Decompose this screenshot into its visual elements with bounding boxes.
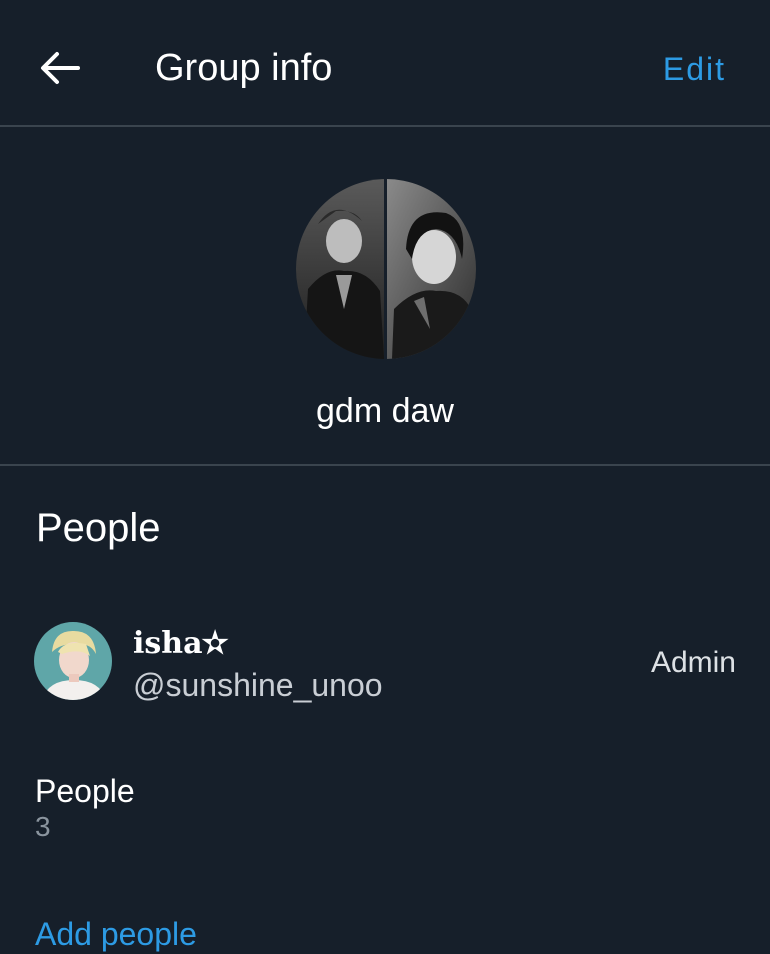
add-people-button[interactable]: Add people bbox=[35, 914, 197, 954]
group-summary: gdm daw bbox=[0, 127, 770, 466]
member-handle: @sunshine_unoo bbox=[133, 667, 383, 703]
people-count-label: People bbox=[35, 773, 135, 809]
member-name: isha✫ bbox=[133, 626, 228, 661]
member-avatar-image bbox=[34, 622, 112, 700]
group-avatar[interactable] bbox=[296, 179, 476, 359]
avatar bbox=[34, 622, 112, 700]
member-row[interactable]: isha✫ @sunshine_unoo Admin bbox=[0, 612, 770, 712]
group-name: gdm daw bbox=[316, 392, 454, 430]
arrow-left-icon bbox=[41, 52, 80, 84]
people-count-value: 3 bbox=[35, 811, 51, 842]
edit-button[interactable]: Edit bbox=[663, 50, 726, 88]
group-info-screen: Group info Edit gdm daw People isha✫ @su… bbox=[0, 0, 770, 954]
top-bar: Group info Edit bbox=[0, 0, 770, 127]
page-title: Group info bbox=[155, 47, 333, 89]
member-role-badge: Admin bbox=[650, 646, 736, 679]
group-avatar-image bbox=[296, 179, 476, 359]
people-section-title: People bbox=[36, 506, 161, 550]
back-button[interactable] bbox=[36, 48, 84, 88]
